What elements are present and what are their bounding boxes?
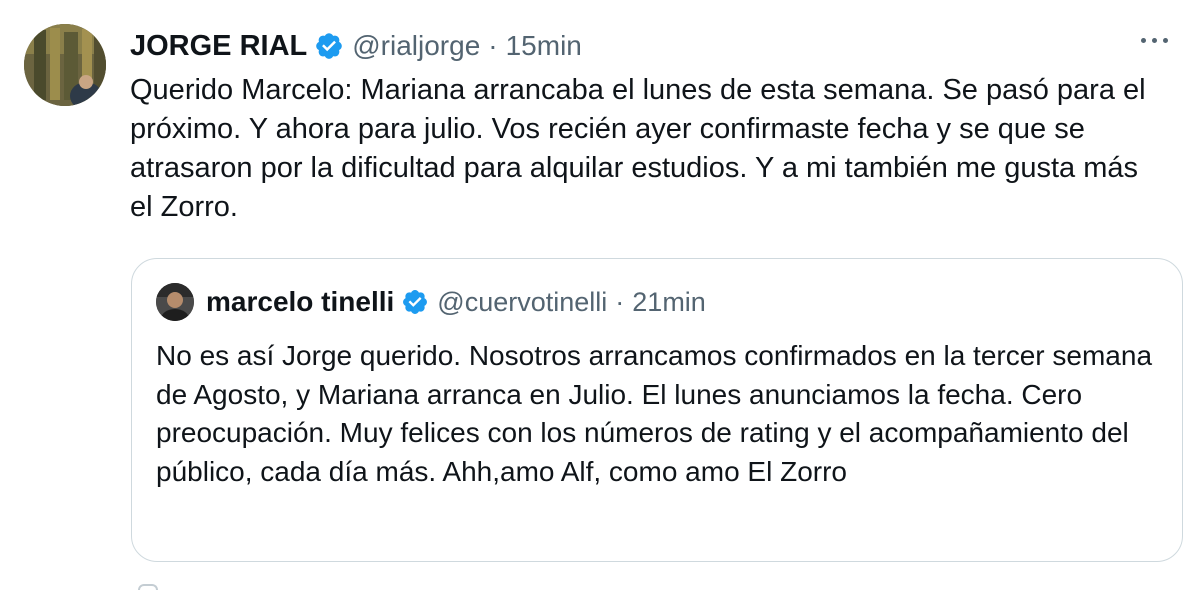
tweet-header: JORGE RIAL @rialjorge · 15min: [130, 28, 582, 64]
author-name[interactable]: JORGE RIAL: [130, 30, 307, 63]
quoted-tweet[interactable]: marcelo tinelli @cuervotinelli · 21min N…: [131, 258, 1183, 562]
verified-badge-icon: [401, 288, 429, 316]
author-handle[interactable]: @rialjorge: [352, 30, 480, 62]
verified-badge-icon: [314, 31, 344, 61]
quoted-tweet-timestamp[interactable]: 21min: [632, 287, 706, 318]
tweet-timestamp[interactable]: 15min: [506, 30, 582, 62]
author-avatar[interactable]: [24, 24, 106, 106]
quoted-tweet-text: No es así Jorge querido. Nosotros arranc…: [156, 340, 1153, 487]
quoted-author-name[interactable]: marcelo tinelli: [206, 286, 394, 318]
quoted-author-avatar[interactable]: [156, 283, 194, 321]
separator-dot: ·: [488, 30, 498, 61]
more-options-icon[interactable]: [1141, 38, 1168, 43]
tweet[interactable]: JORGE RIAL @rialjorge · 15min Querido Ma…: [0, 0, 1200, 590]
quoted-author-handle[interactable]: @cuervotinelli: [437, 287, 607, 318]
tweet-text: Querido Marcelo: Mariana arrancaba el lu…: [130, 74, 1146, 223]
separator-dot: ·: [615, 286, 625, 317]
quoted-tweet-header: marcelo tinelli @cuervotinelli · 21min: [206, 285, 706, 319]
reply-icon[interactable]: [138, 584, 158, 590]
